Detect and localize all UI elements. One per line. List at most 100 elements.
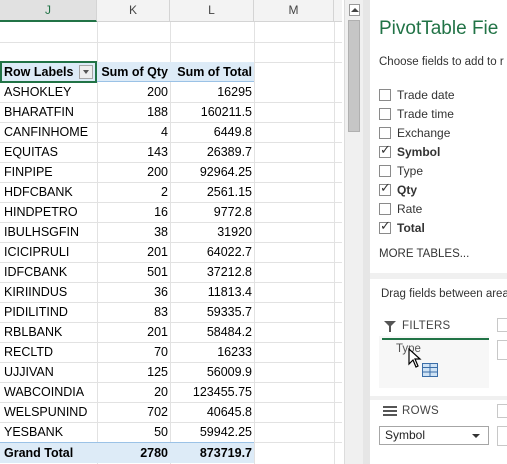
pivot-row: IDFCBANK 501 37212.8: [0, 262, 254, 282]
field-item[interactable]: Trade time: [379, 107, 454, 125]
column-header-k[interactable]: K: [97, 0, 170, 21]
field-label: Trade time: [397, 107, 454, 121]
column-header-j[interactable]: J: [0, 0, 97, 22]
checkbox-icon[interactable]: [379, 203, 391, 215]
sum-of-qty-header[interactable]: Sum of Qty: [97, 62, 170, 82]
pivot-row: PIDILITIND 83 59335.7: [0, 302, 254, 322]
qty-cell[interactable]: 201: [97, 322, 170, 342]
row-label-cell[interactable]: CANFINHOME: [4, 122, 96, 142]
qty-cell[interactable]: 2: [97, 182, 170, 202]
row-label-cell[interactable]: EQUITAS: [4, 142, 96, 162]
total-cell[interactable]: 59942.25: [170, 422, 254, 442]
grand-total-total[interactable]: 873719.7: [170, 443, 254, 463]
pane-divider[interactable]: [363, 0, 370, 464]
row-label-cell[interactable]: RBLBANK: [4, 322, 96, 342]
total-cell[interactable]: 11813.4: [170, 282, 254, 302]
field-item[interactable]: Symbol: [379, 143, 440, 163]
grand-total-qty[interactable]: 2780: [97, 443, 170, 463]
row-label-cell[interactable]: IBULHSGFIN: [4, 222, 96, 242]
row-label-cell[interactable]: FINPIPE: [4, 162, 96, 182]
qty-cell[interactable]: 200: [97, 82, 170, 102]
total-cell[interactable]: 16295: [170, 82, 254, 102]
qty-cell[interactable]: 200: [97, 162, 170, 182]
qty-cell[interactable]: 143: [97, 142, 170, 162]
total-cell[interactable]: 123455.75: [170, 382, 254, 402]
chevron-down-icon[interactable]: [472, 434, 480, 438]
field-item[interactable]: Trade date: [379, 88, 455, 106]
row-label-cell[interactable]: RECLTD: [4, 342, 96, 362]
checked-checkbox-icon[interactable]: [379, 181, 391, 196]
columns-area-icon-edge: [497, 318, 507, 332]
row-label-cell[interactable]: ICICIPRULI: [4, 242, 96, 262]
total-cell[interactable]: 59335.7: [170, 302, 254, 322]
total-cell[interactable]: 56009.9: [170, 362, 254, 382]
row-label-cell[interactable]: HDFCBANK: [4, 182, 96, 202]
scroll-up-arrow-icon[interactable]: [349, 4, 360, 16]
field-item[interactable]: Rate: [379, 202, 422, 220]
qty-cell[interactable]: 70: [97, 342, 170, 362]
rows-symbol-field[interactable]: Symbol: [379, 426, 489, 445]
total-cell[interactable]: 92964.25: [170, 162, 254, 182]
filter-icon: [384, 321, 396, 333]
field-label: Type: [397, 164, 424, 178]
total-cell[interactable]: 37212.8: [170, 262, 254, 282]
total-cell[interactable]: 9772.8: [170, 202, 254, 222]
qty-cell[interactable]: 188: [97, 102, 170, 122]
checkbox-icon[interactable]: [379, 127, 391, 139]
checkbox-icon[interactable]: [379, 108, 391, 120]
total-cell[interactable]: 26389.7: [170, 142, 254, 162]
qty-cell[interactable]: 702: [97, 402, 170, 422]
row-label-cell[interactable]: IDFCBANK: [4, 262, 96, 282]
qty-cell[interactable]: 38: [97, 222, 170, 242]
total-cell[interactable]: 58484.2: [170, 322, 254, 342]
field-item[interactable]: Total: [379, 219, 425, 239]
total-cell[interactable]: 40645.8: [170, 402, 254, 422]
row-label-cell[interactable]: PIDILITIND: [4, 302, 96, 322]
checkbox-icon[interactable]: [379, 89, 391, 101]
row-label-cell[interactable]: UJJIVAN: [4, 362, 96, 382]
qty-cell[interactable]: 36: [97, 282, 170, 302]
total-cell[interactable]: 31920: [170, 222, 254, 242]
more-tables-link[interactable]: MORE TABLES...: [379, 248, 469, 260]
row-label-cell[interactable]: HINDPETRO: [4, 202, 96, 222]
row-label-cell[interactable]: WABCOINDIA: [4, 382, 96, 402]
spreadsheet-grid[interactable]: J K L M Row Labels Sum of Qty Sum of Tot…: [0, 0, 342, 464]
column-header-l[interactable]: L: [170, 0, 254, 21]
row-label-cell[interactable]: KIRIINDUS: [4, 282, 96, 302]
pane-separator: [370, 396, 507, 400]
total-cell[interactable]: 6449.8: [170, 122, 254, 142]
column-header-m[interactable]: M: [254, 0, 334, 21]
scroll-thumb[interactable]: [348, 20, 360, 132]
values-drop-area-edge[interactable]: [497, 426, 507, 446]
qty-cell[interactable]: 83: [97, 302, 170, 322]
total-cell[interactable]: 16233: [170, 342, 254, 362]
row-label-cell[interactable]: YESBANK: [4, 422, 96, 442]
sum-of-total-header[interactable]: Sum of Total: [170, 62, 254, 82]
pivot-row: ASHOKLEY 200 16295: [0, 82, 254, 102]
columns-drop-area-edge[interactable]: [497, 340, 507, 360]
field-item[interactable]: Type: [379, 164, 423, 182]
total-cell[interactable]: 2561.15: [170, 182, 254, 202]
pane-separator: [370, 273, 507, 279]
field-item[interactable]: Qty: [379, 181, 417, 201]
qty-cell[interactable]: 16: [97, 202, 170, 222]
checked-checkbox-icon[interactable]: [379, 143, 391, 158]
checkbox-icon[interactable]: [379, 165, 391, 177]
grand-total-label[interactable]: Grand Total: [4, 443, 96, 463]
qty-cell[interactable]: 50: [97, 422, 170, 442]
total-cell[interactable]: 160211.5: [170, 102, 254, 122]
checked-checkbox-icon[interactable]: [379, 219, 391, 234]
vertical-scrollbar[interactable]: [344, 0, 363, 464]
qty-cell[interactable]: 201: [97, 242, 170, 262]
qty-cell[interactable]: 501: [97, 262, 170, 282]
qty-cell[interactable]: 4: [97, 122, 170, 142]
row-label-cell[interactable]: WELSPUNIND: [4, 402, 96, 422]
qty-cell[interactable]: 125: [97, 362, 170, 382]
gridline: [334, 22, 335, 464]
total-cell[interactable]: 64022.7: [170, 242, 254, 262]
row-label-cell[interactable]: BHARATFIN: [4, 102, 96, 122]
qty-cell[interactable]: 20: [97, 382, 170, 402]
field-item[interactable]: Exchange: [379, 126, 450, 144]
row-label-cell[interactable]: ASHOKLEY: [4, 82, 96, 102]
field-label: Exchange: [397, 126, 451, 140]
